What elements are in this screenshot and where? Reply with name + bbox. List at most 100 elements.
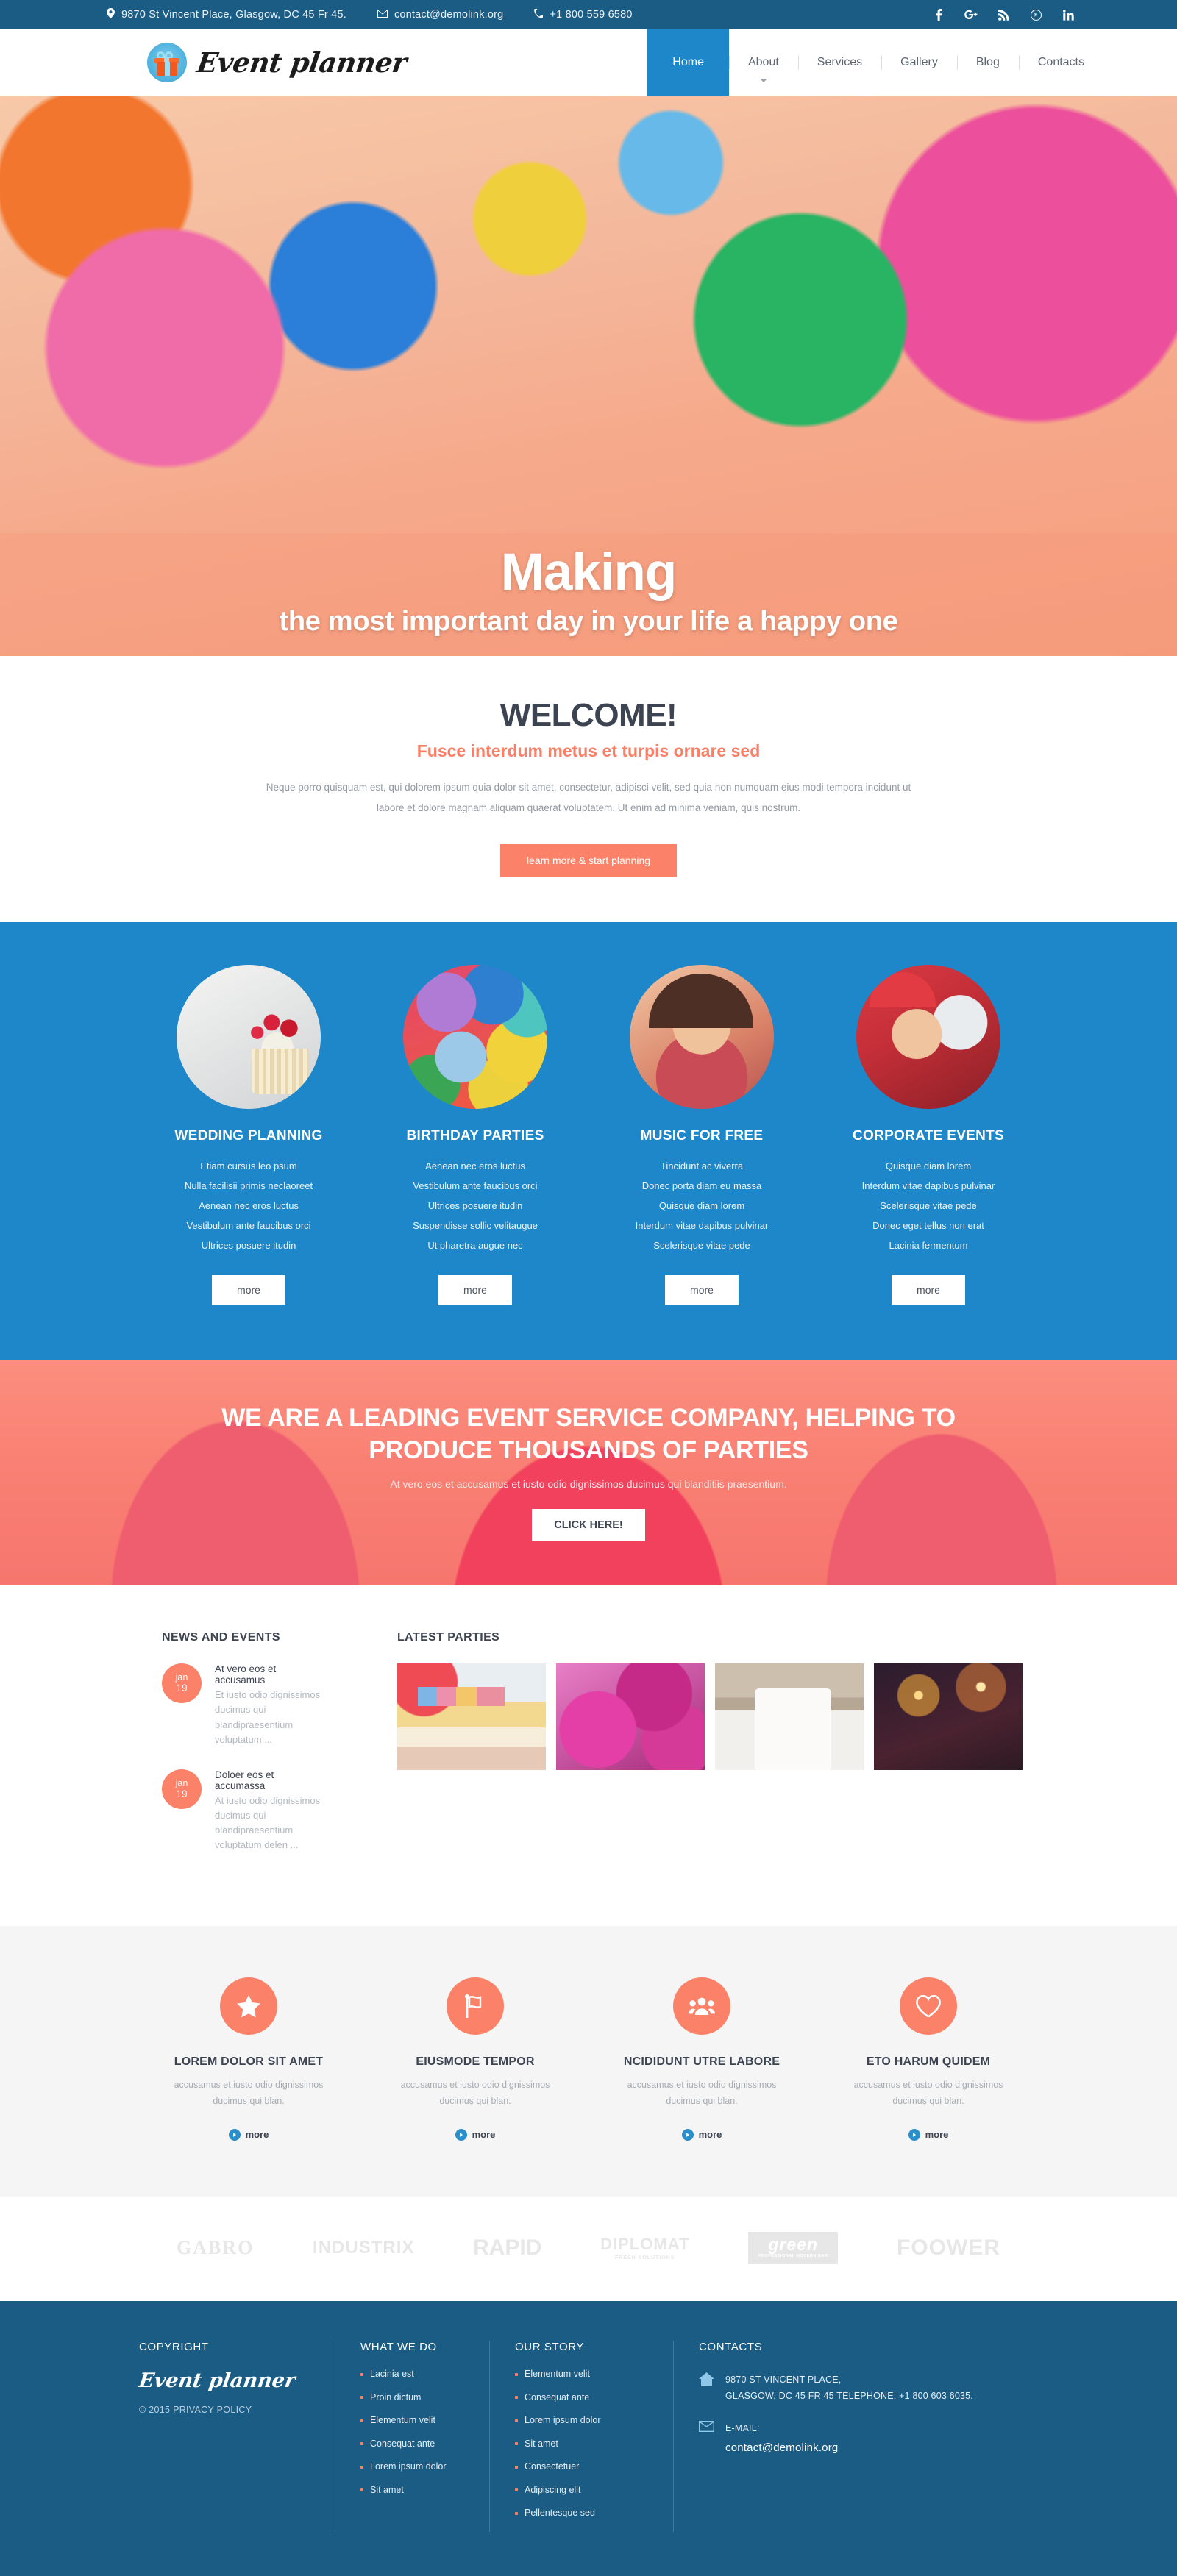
list-item: Etiam cursus leo psum: [200, 1160, 297, 1172]
list-item: Interdum vitae dapibus pulvinar: [861, 1180, 995, 1192]
learn-more-button[interactable]: learn more & start planning: [499, 844, 678, 877]
list-item[interactable]: Consectetuer: [515, 2462, 648, 2472]
pink-roses-photo[interactable]: [556, 1663, 705, 1771]
footer-link-list: Lacinia est Proin dictum Elementum velit…: [360, 2369, 464, 2494]
cta-banner: WE ARE A LEADING EVENT SERVICE COMPANY, …: [0, 1360, 1177, 1586]
footer-link-label: Elementum velit: [370, 2415, 435, 2426]
rss-icon[interactable]: [997, 8, 1010, 21]
list-item[interactable]: Lorem ipsum dolor: [360, 2462, 464, 2472]
footer-link-label: Lorem ipsum dolor: [370, 2461, 447, 2472]
footer-what-we-do-column: WHAT WE DO Lacinia est Proin dictum Elem…: [335, 2341, 489, 2532]
arrow-right-icon: [228, 2128, 241, 2141]
topbar-email[interactable]: contact@demolink.org: [377, 9, 503, 21]
footer-link-label: Pellentesque sed: [525, 2508, 595, 2519]
footer-copyright-column: COPYRIGHT Event planner © 2015 PRIVACY P…: [114, 2341, 335, 2532]
party-cake-photo[interactable]: [397, 1663, 546, 1771]
linkedin-icon[interactable]: [1062, 8, 1075, 21]
click-here-button[interactable]: CLICK HERE!: [532, 1509, 645, 1542]
list-item[interactable]: Adipiscing elit: [515, 2486, 648, 2495]
feature-more-link[interactable]: more: [908, 2128, 948, 2141]
footer-link-label: Proin dictum: [370, 2391, 422, 2402]
phone-icon: [534, 8, 544, 21]
service-more-button[interactable]: more: [438, 1274, 512, 1305]
list-item[interactable]: Proin dictum: [360, 2393, 464, 2402]
list-item: Ut pharetra augue nec: [427, 1240, 523, 1252]
list-item: Ultrices posuere itudin: [427, 1200, 523, 1212]
list-item[interactable]: Elementum velit: [515, 2369, 648, 2379]
santa-photo[interactable]: [856, 965, 1000, 1110]
pinterest-icon[interactable]: [1029, 8, 1042, 21]
list-item[interactable]: Elementum velit: [360, 2416, 464, 2425]
nav-item-gallery[interactable]: Gallery: [881, 29, 957, 96]
service-more-button[interactable]: more: [892, 1274, 965, 1305]
news-day: 19: [176, 1682, 188, 1694]
balloons-photo[interactable]: [403, 965, 547, 1110]
nav-label: Contacts: [1037, 56, 1084, 68]
list-item[interactable]: Lorem ipsum dolor: [515, 2416, 648, 2425]
feature-more-link[interactable]: more: [681, 2128, 722, 2141]
feature-card: LOREM DOLOR SIT AMET accusamus et iusto …: [166, 1977, 331, 2141]
list-item[interactable]: Pellentesque sed: [515, 2508, 648, 2518]
footer-column-title: OUR STORY: [515, 2341, 585, 2354]
envelope-icon: [377, 9, 388, 21]
rapid-logo[interactable]: RAPID: [473, 2236, 541, 2261]
wedding-cake-photo[interactable]: [715, 1663, 864, 1771]
feature-more-link[interactable]: more: [228, 2128, 269, 2141]
green-logo-label: green: [768, 2234, 818, 2254]
list-item[interactable]: Sit amet: [515, 2439, 648, 2449]
list-item[interactable]: Sit amet: [360, 2486, 464, 2495]
footer-link-list: Elementum velit Consequat ante Lorem ips…: [515, 2369, 648, 2518]
news-day: 19: [176, 1787, 188, 1799]
feature-card: EIUSMODE TEMPOR accusamus et iusto odio …: [393, 1977, 558, 2141]
welcome-heading: WELCOME!: [499, 697, 678, 733]
nav-item-contacts[interactable]: Contacts: [1019, 29, 1103, 96]
news-item-text: Et iusto odio dignissimos ducimus qui bl…: [215, 1689, 321, 1745]
feature-more-label: more: [472, 2129, 496, 2141]
hero-caption: Making the most important day in your li…: [0, 546, 1177, 638]
service-card: BIRTHDAY PARTIES Aenean nec eros luctus …: [393, 965, 558, 1305]
footer-email-address[interactable]: contact@demolink.org: [725, 2438, 838, 2458]
green-logo[interactable]: green PROFESSIONAL MODERN BAR: [748, 2231, 839, 2265]
industrix-logo[interactable]: INDUSTRIX: [313, 2238, 414, 2258]
diplomat-logo[interactable]: DIPLOMAT FRESH SOLUTIONS: [600, 2236, 689, 2261]
feature-more-link[interactable]: more: [455, 2128, 496, 2141]
feature-title: EIUSMODE TEMPOR: [416, 2055, 535, 2069]
list-item[interactable]: Consequat ante: [360, 2439, 464, 2449]
gabro-logo[interactable]: GABRO: [177, 2237, 254, 2259]
google-plus-icon[interactable]: [964, 8, 978, 21]
nav-item-services[interactable]: Services: [798, 29, 881, 96]
service-more-button[interactable]: more: [212, 1274, 285, 1305]
list-item[interactable]: Consequat ante: [515, 2393, 648, 2402]
nav-label: Gallery: [900, 56, 938, 68]
list-item[interactable]: Lacinia est: [360, 2369, 464, 2379]
feature-card: NCIDIDUNT UTRE LABORE accusamus et iusto…: [619, 1977, 784, 2141]
footer-copyright-line[interactable]: © 2015 PRIVACY POLICY: [139, 2405, 310, 2415]
news-list: jan 19 At vero eos et accusamus Et iusto…: [162, 1663, 327, 1852]
nav-label: Home: [672, 56, 704, 68]
list-item: Aenean nec eros luctus: [425, 1160, 525, 1172]
nav-label: Blog: [975, 56, 1000, 68]
nav-item-home[interactable]: Home: [647, 29, 729, 96]
main-nav: Home About Services Gallery Blog Contact…: [647, 29, 1103, 96]
cupcake-photo[interactable]: [177, 965, 321, 1110]
list-item[interactable]: jan 19 Doloer eos et accumassa At iusto …: [162, 1769, 327, 1853]
location-pin-icon: [107, 8, 115, 21]
girl-phone-photo[interactable]: [630, 965, 774, 1110]
nav-item-blog[interactable]: Blog: [957, 29, 1019, 96]
service-card: WEDDING PLANNING Etiam cursus leo psum N…: [166, 965, 331, 1305]
news-item-title: Doloer eos et accumassa: [215, 1769, 274, 1791]
nav-item-about[interactable]: About: [729, 29, 798, 96]
list-item[interactable]: jan 19 At vero eos et accusamus Et iusto…: [162, 1663, 327, 1747]
service-feature-list: Etiam cursus leo psum Nulla facilisii pr…: [166, 1156, 331, 1255]
news-date-badge: jan 19: [162, 1663, 202, 1704]
footer-link-label: Elementum velit: [525, 2369, 590, 2380]
logo[interactable]: Event planner: [147, 29, 647, 96]
facebook-icon[interactable]: [932, 8, 945, 21]
fireworks-photo[interactable]: [874, 1663, 1023, 1771]
list-item: Quisque diam lorem: [885, 1160, 972, 1172]
top-bar: 9870 St Vincent Place, Glasgow, DC 45 Fr…: [0, 0, 1177, 29]
topbar-phone: +1 800 559 6580: [534, 8, 633, 21]
footer-link-label: Consectetuer: [525, 2461, 580, 2472]
foower-logo[interactable]: FOOWER: [897, 2236, 1000, 2261]
service-more-button[interactable]: more: [665, 1274, 739, 1305]
